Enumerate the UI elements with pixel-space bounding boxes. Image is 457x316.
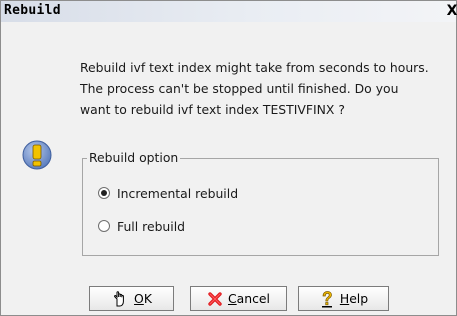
hand-pointer-icon [114, 290, 124, 306]
confirmation-message: Rebuild ivf text index might take from s… [80, 57, 455, 120]
question-mark-icon [321, 290, 332, 307]
message-line: want to rebuild ivf text index TESTIVFIN… [80, 102, 345, 117]
ok-label: OK [134, 291, 152, 306]
close-icon[interactable]: X [446, 3, 457, 19]
full-rebuild-radio[interactable] [98, 220, 110, 232]
dialog-title: Rebuild [4, 3, 61, 18]
incremental-rebuild-label: Incremental rebuild [117, 185, 239, 201]
warning-exclamation-icon [22, 140, 52, 170]
red-x-icon [208, 291, 222, 306]
help-label: Help [339, 291, 369, 306]
rebuild-dialog: Rebuild X Rebuild ivf text index might t… [0, 0, 457, 316]
rebuild-option-legend: Rebuild option [87, 150, 181, 165]
cancel-label: Cancel [228, 291, 270, 306]
full-rebuild-option[interactable]: Full rebuild [98, 218, 185, 234]
incremental-rebuild-option[interactable]: Incremental rebuild [98, 185, 238, 201]
rebuild-option-group [82, 158, 439, 256]
cancel-button[interactable]: Cancel [190, 286, 287, 311]
message-line: The process can't be stopped until finis… [80, 81, 399, 96]
message-line: Rebuild ivf text index might take from s… [80, 60, 429, 75]
help-button[interactable]: Help [298, 286, 389, 311]
full-rebuild-label: Full rebuild [117, 218, 186, 234]
ok-button[interactable]: OK [89, 286, 174, 311]
incremental-rebuild-radio[interactable] [98, 187, 110, 199]
title-bar[interactable]: Rebuild X [1, 1, 457, 22]
